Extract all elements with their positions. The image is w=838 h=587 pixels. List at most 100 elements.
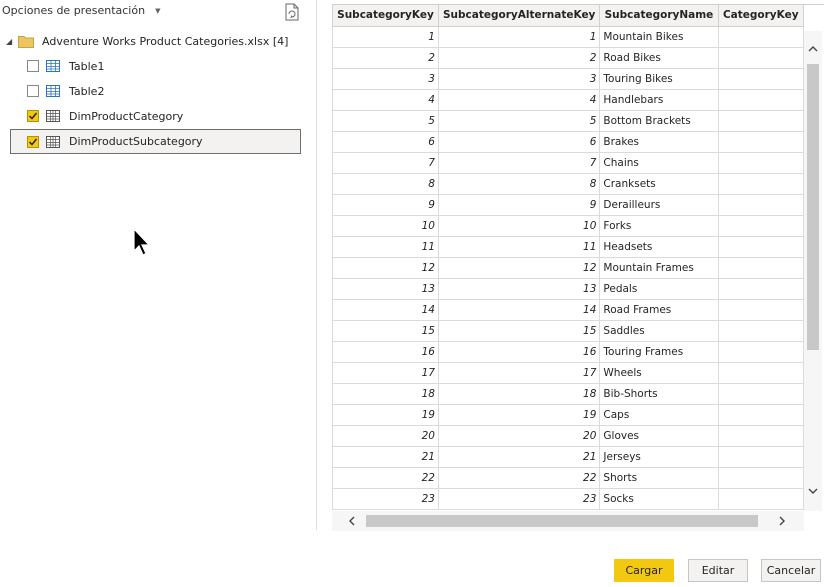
- table-cell: 20: [437, 424, 601, 447]
- table-row: 19 19 Caps: [332, 403, 804, 426]
- table-cell: [717, 256, 804, 279]
- table-cell: 12: [332, 256, 439, 279]
- table-cell: 3: [437, 67, 601, 90]
- table-cell: [717, 25, 804, 48]
- checkbox[interactable]: [27, 60, 39, 72]
- chevron-down-icon: ▼: [155, 6, 161, 15]
- tree-root-workbook[interactable]: ◢ Adventure Works Product Categories.xls…: [6, 30, 288, 52]
- navigator-pane: Opciones de presentación ▼ ◢ Adventure W…: [0, 0, 316, 530]
- table-cell: [717, 172, 804, 195]
- table-row: 16 16 Touring Frames: [332, 340, 804, 363]
- preview-grid: SubcategoryKey SubcategoryAlternateKey Sub…: [332, 5, 804, 511]
- table-cell: [717, 88, 804, 111]
- checkbox[interactable]: [27, 85, 39, 97]
- table-cell: Headsets: [599, 235, 719, 258]
- navigator-item-table1[interactable]: Table1: [27, 55, 301, 77]
- column-header[interactable]: CategoryKey: [717, 5, 804, 27]
- table-cell: Bib-Shorts: [599, 382, 719, 405]
- table-cell: 21: [332, 445, 439, 468]
- table-row: 23 23 Socks: [332, 487, 804, 510]
- navigator-item-dimproductcategory[interactable]: DimProductCategory: [27, 105, 301, 127]
- preview-table: SubcategoryKey SubcategoryAlternateKey Sub…: [332, 5, 804, 510]
- table-row: 10 10 Forks: [332, 214, 804, 237]
- refresh-icon[interactable]: [284, 3, 300, 21]
- horizontal-scrollbar[interactable]: [332, 511, 804, 531]
- table-row: 1 1 Mountain Bikes: [332, 25, 804, 48]
- table-cell: Caps: [599, 403, 719, 426]
- table-cell: Handlebars: [599, 88, 719, 111]
- table-cell: 9: [437, 193, 601, 216]
- scroll-left-icon[interactable]: [345, 514, 359, 528]
- horizontal-scroll-thumb[interactable]: [366, 515, 758, 527]
- table-icon: [46, 60, 60, 72]
- table-cell: 10: [332, 214, 439, 237]
- load-button[interactable]: Cargar: [614, 559, 674, 582]
- table-cell: 8: [437, 172, 601, 195]
- table-cell: 4: [437, 88, 601, 111]
- table-cell: 2: [437, 46, 601, 69]
- checkbox[interactable]: [27, 110, 39, 122]
- table-cell: [717, 46, 804, 69]
- table-cell: [717, 382, 804, 405]
- workbook-label: Adventure Works Product Categories.xlsx …: [42, 34, 289, 48]
- scroll-down-icon[interactable]: [806, 484, 820, 498]
- scroll-right-icon[interactable]: [775, 514, 789, 528]
- table-row: 13 13 Pedals: [332, 277, 804, 300]
- table-cell: 20: [332, 424, 439, 447]
- table-cell: 14: [332, 298, 439, 321]
- table-cell: Gloves: [599, 424, 719, 447]
- table-cell: 1: [437, 25, 601, 48]
- table-cell: Chains: [599, 151, 719, 174]
- table-cell: [717, 130, 804, 153]
- table-cell: Saddles: [599, 319, 719, 342]
- table-cell: 16: [332, 340, 439, 363]
- table-row: 18 18 Bib-Shorts: [332, 382, 804, 405]
- navigator-item-label: Table2: [69, 84, 105, 98]
- navigator-item-dimproductsubcategory[interactable]: DimProductSubcategory: [10, 129, 301, 154]
- cancel-button[interactable]: Cancelar: [761, 559, 821, 582]
- table-cell: 5: [437, 109, 601, 132]
- table-cell: 1: [332, 25, 439, 48]
- column-header[interactable]: SubcategoryName: [599, 5, 719, 27]
- column-header[interactable]: SubcategoryAlternateKey: [437, 5, 601, 27]
- table-cell: 10: [437, 214, 601, 237]
- scroll-up-icon[interactable]: [806, 42, 820, 56]
- table-cell: 15: [437, 319, 601, 342]
- table-cell: Touring Frames: [599, 340, 719, 363]
- table-icon: [46, 85, 60, 97]
- table-cell: [717, 67, 804, 90]
- table-cell: [717, 151, 804, 174]
- table-cell: Touring Bikes: [599, 67, 719, 90]
- vertical-scroll-thumb[interactable]: [807, 64, 819, 350]
- display-options-dropdown[interactable]: Opciones de presentación ▼: [2, 4, 160, 17]
- table-cell: Road Frames: [599, 298, 719, 321]
- table-row: 3 3 Touring Bikes: [332, 67, 804, 90]
- edit-button[interactable]: Editar: [688, 559, 748, 582]
- table-cell: [717, 277, 804, 300]
- table-cell: Brakes: [599, 130, 719, 153]
- table-cell: 22: [332, 466, 439, 489]
- mouse-pointer-icon: [133, 228, 151, 256]
- table-cell: 8: [332, 172, 439, 195]
- checkbox[interactable]: [27, 135, 39, 148]
- table-cell: 16: [437, 340, 601, 363]
- table-cell: 21: [437, 445, 601, 468]
- navigator-item-label: DimProductCategory: [69, 109, 184, 123]
- table-cell: [717, 361, 804, 384]
- vertical-scrollbar[interactable]: [804, 31, 822, 511]
- table-cell: [717, 193, 804, 216]
- sheet-icon: [46, 135, 60, 148]
- table-cell: 6: [437, 130, 601, 153]
- navigator-item-table2[interactable]: Table2: [27, 80, 301, 102]
- table-row: 7 7 Chains: [332, 151, 804, 174]
- expand-triangle-icon[interactable]: ◢: [6, 37, 18, 46]
- table-cell: Pedals: [599, 277, 719, 300]
- column-header[interactable]: SubcategoryKey: [332, 5, 439, 27]
- table-cell: Derailleurs: [599, 193, 719, 216]
- table-cell: [717, 487, 804, 510]
- table-row: 15 15 Saddles: [332, 319, 804, 342]
- table-cell: [717, 403, 804, 426]
- table-cell: 13: [332, 277, 439, 300]
- table-cell: 23: [332, 487, 439, 510]
- pane-divider[interactable]: [316, 0, 317, 530]
